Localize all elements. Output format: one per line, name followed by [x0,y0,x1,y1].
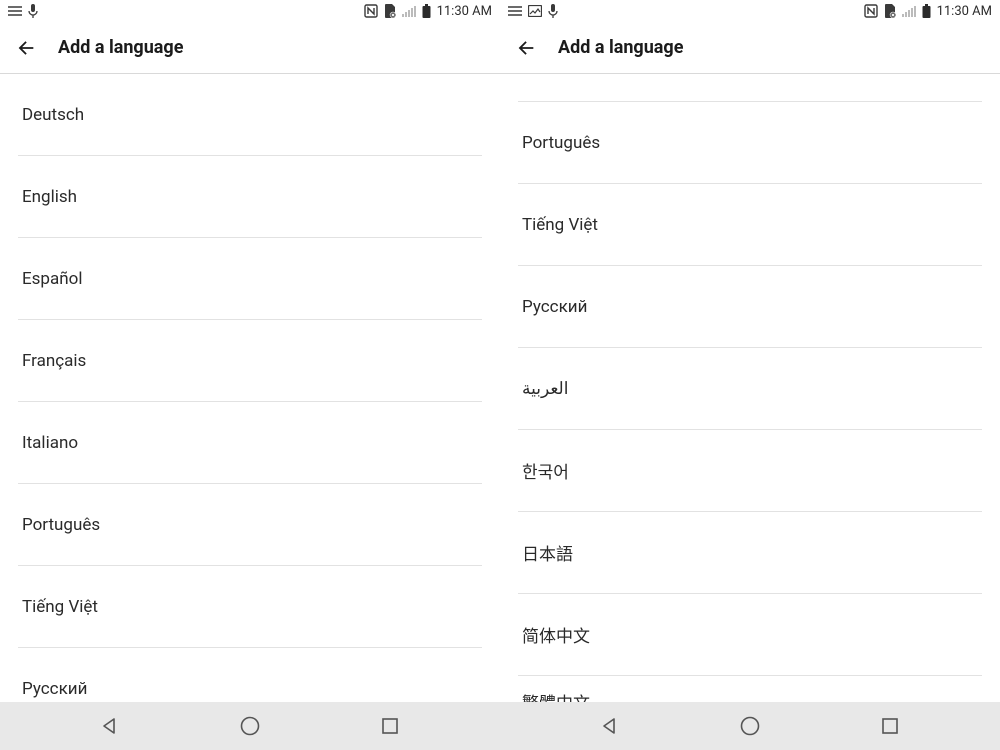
language-item[interactable]: العربية [518,348,982,430]
language-item[interactable]: 한국어 [518,430,982,512]
status-time: 11:30 AM [937,4,992,19]
language-item-partial[interactable]: 繁體中文 [518,676,982,702]
circle-home-icon [739,715,761,737]
nav-recents-button[interactable] [360,706,420,746]
language-item[interactable]: English [18,156,482,238]
language-label: Français [22,351,86,371]
language-item[interactable]: Русский [518,266,982,348]
language-label: Deutsch [22,105,84,125]
signal-icon [402,5,416,17]
language-label: العربية [522,379,568,399]
language-label: 한국어 [522,458,569,483]
language-list[interactable]: Português Tiếng Việt Русский العربية 한국어… [500,74,1000,702]
language-label: Português [522,133,600,153]
nfc-icon [864,4,878,18]
mic-icon [548,4,558,18]
triangle-back-icon [100,716,120,736]
hamburger-icon [508,6,522,16]
status-bar: 11:30 AM [500,0,1000,22]
nav-home-button[interactable] [720,706,780,746]
language-label: Русский [522,297,587,317]
phone-screen-left: 11:30 AM Add a language Deutsch English … [0,0,500,750]
hamburger-icon [8,6,22,16]
language-item[interactable]: Русский [18,648,482,702]
app-bar: Add a language [0,22,500,74]
language-label: Русский [22,679,87,699]
language-label: Tiếng Việt [22,597,98,617]
language-label: Português [22,515,100,535]
nav-recents-button[interactable] [860,706,920,746]
image-icon [528,5,542,17]
language-item[interactable]: Tiếng Việt [518,184,982,266]
mic-icon [28,4,38,18]
square-recents-icon [881,717,899,735]
nav-back-button[interactable] [80,706,140,746]
language-item[interactable]: Deutsch [18,74,482,156]
back-button[interactable] [14,36,38,60]
language-item[interactable]: Español [18,238,482,320]
language-label: 简体中文 [522,622,590,647]
status-time: 11:30 AM [437,4,492,19]
language-item[interactable]: Français [18,320,482,402]
triangle-back-icon [600,716,620,736]
signal-icon [902,5,916,17]
arrow-back-icon [515,37,537,59]
navigation-bar [500,702,1000,750]
arrow-back-icon [15,37,37,59]
sim-error-icon [384,4,396,18]
language-label: 日本語 [522,540,573,565]
nav-back-button[interactable] [580,706,640,746]
nav-home-button[interactable] [220,706,280,746]
language-item[interactable]: Tiếng Việt [18,566,482,648]
language-label: English [22,187,77,207]
status-bar: 11:30 AM [0,0,500,22]
language-label: Italiano [22,433,78,453]
nfc-icon [364,4,378,18]
language-label: 繁體中文 [522,689,590,702]
navigation-bar [0,702,500,750]
square-recents-icon [381,717,399,735]
battery-icon [422,4,431,18]
phone-screen-right: 11:30 AM Add a language Português Tiếng … [500,0,1000,750]
language-item[interactable]: 简体中文 [518,594,982,676]
language-item[interactable]: Português [18,484,482,566]
language-item[interactable]: Português [518,102,982,184]
page-title: Add a language [58,37,183,58]
app-bar: Add a language [500,22,1000,74]
language-label: Español [22,269,82,289]
language-list[interactable]: Deutsch English Español Français Italian… [0,74,500,702]
language-item-partial[interactable] [518,74,982,102]
sim-error-icon [884,4,896,18]
circle-home-icon [239,715,261,737]
battery-icon [922,4,931,18]
page-title: Add a language [558,37,683,58]
language-item[interactable]: 日本語 [518,512,982,594]
language-label: Tiếng Việt [522,215,598,235]
language-item[interactable]: Italiano [18,402,482,484]
back-button[interactable] [514,36,538,60]
